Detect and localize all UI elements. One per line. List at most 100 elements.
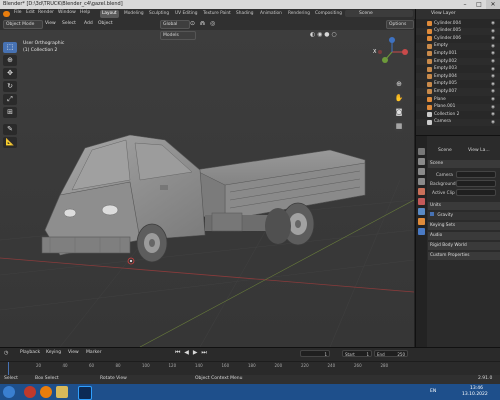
visibility-eye-icon[interactable]: ◉ <box>491 105 495 110</box>
camera-field[interactable] <box>456 171 496 178</box>
gravity-checkbox[interactable] <box>430 212 434 216</box>
playback-controls[interactable]: ⏮ ◀ ▶ ⏭ <box>175 350 208 356</box>
tab-animation[interactable]: Animation <box>258 10 284 18</box>
annotate-icon[interactable]: ✎ <box>3 124 17 135</box>
scene-selector[interactable]: Scene <box>345 10 413 17</box>
active-clip-field[interactable] <box>456 189 496 196</box>
file-explorer-icon[interactable] <box>56 386 68 398</box>
outliner-row[interactable]: Empty.001 ◉ <box>416 50 500 57</box>
rigid-body-panel-header[interactable]: Rigid Body World <box>428 242 500 250</box>
visibility-eye-icon[interactable]: ◉ <box>491 59 495 64</box>
select-box-icon[interactable]: ⬚ <box>3 42 17 53</box>
move-icon[interactable]: ✥ <box>3 68 17 79</box>
timeline-editor-icon[interactable]: ◷ <box>4 351 8 356</box>
close-button[interactable]: ✕ <box>486 0 500 9</box>
collection-tab-icon[interactable] <box>418 208 425 215</box>
custom-properties-panel-header[interactable]: Custom Properties <box>428 252 500 260</box>
measure-icon[interactable]: 📐 <box>3 137 17 148</box>
tab-sculpting[interactable]: Sculpting <box>147 10 171 18</box>
viewport-canvas[interactable] <box>0 30 414 347</box>
scene-tab-icon[interactable] <box>418 188 425 195</box>
visibility-eye-icon[interactable]: ◉ <box>491 112 495 117</box>
outliner-row[interactable]: Empty.007 ◉ <box>416 88 500 96</box>
viewport-shading-icons[interactable]: ◐ ◉ ● ○ <box>310 32 337 38</box>
visibility-eye-icon[interactable]: ◉ <box>491 44 495 49</box>
tab-texture-paint[interactable]: Texture Paint <box>201 10 233 18</box>
keying-sets-panel-header[interactable]: Keying Sets <box>428 222 500 230</box>
outliner-row[interactable]: Collection 2 ◉ <box>416 111 500 118</box>
tab-shading[interactable]: Shading <box>234 10 255 18</box>
menu-add[interactable]: Add <box>84 21 93 27</box>
view-layer-tab-icon[interactable] <box>418 178 425 185</box>
photoshop-icon[interactable] <box>78 386 92 400</box>
visibility-eye-icon[interactable]: ◉ <box>491 21 495 26</box>
outliner-row[interactable]: Empty.004 ◉ <box>416 73 500 81</box>
visibility-eye-icon[interactable]: ◉ <box>491 120 495 125</box>
menu-help[interactable]: Help <box>80 10 90 16</box>
outliner-row[interactable]: Empty ◉ <box>416 42 500 51</box>
outliner-row[interactable]: Plane ◉ <box>416 96 500 103</box>
tab-modeling[interactable]: Modeling <box>122 10 146 18</box>
mode-dropdown[interactable]: Object Mode <box>3 20 43 29</box>
outliner-row[interactable]: Cylinder.006 ◉ <box>416 35 500 42</box>
camera-view-icon[interactable]: ◙ <box>393 106 405 118</box>
menu-render[interactable]: Render <box>38 10 54 16</box>
tab-layout[interactable]: Layout <box>100 10 119 18</box>
start-frame-field[interactable]: Start 1 <box>342 350 372 357</box>
outliner-row[interactable]: Cylinder.004 ◉ <box>416 20 500 27</box>
minimize-button[interactable]: – <box>458 0 472 9</box>
transform-icon[interactable]: ⊞ <box>3 107 17 118</box>
proportional-edit-icon[interactable]: ◎ <box>210 21 215 27</box>
zoom-icon[interactable]: ⊕ <box>393 78 405 90</box>
outliner-row[interactable]: Empty.003 ◉ <box>416 66 500 73</box>
outliner-row[interactable]: Cylinder.005 ◉ <box>416 27 500 35</box>
scale-icon[interactable]: ⤢ <box>3 94 17 105</box>
menu-select[interactable]: Select <box>62 21 76 27</box>
visibility-eye-icon[interactable]: ◉ <box>491 36 495 41</box>
models-dropdown[interactable]: Models <box>160 31 196 40</box>
background-field[interactable] <box>456 180 496 187</box>
outliner-row[interactable]: Empty.002 ◉ <box>416 58 500 66</box>
language-indicator[interactable]: EN <box>430 389 436 395</box>
scene-panel-header[interactable]: Scene <box>428 160 500 168</box>
output-tab-icon[interactable] <box>418 168 425 175</box>
tab-compositing[interactable]: Compositing <box>313 10 344 18</box>
outliner-row[interactable]: Plane.001 ◉ <box>416 103 500 111</box>
options-dropdown[interactable]: Options <box>386 20 414 29</box>
3d-viewport[interactable]: User Orthographic (1) Collection 2 X ⊕ ✋… <box>0 30 414 347</box>
visibility-eye-icon[interactable]: ◉ <box>491 51 495 56</box>
blender-logo-icon[interactable] <box>3 11 10 17</box>
menu-object[interactable]: Object <box>98 21 113 27</box>
visibility-eye-icon[interactable]: ◉ <box>491 67 495 72</box>
playhead[interactable] <box>8 362 9 375</box>
transform-orientation-dropdown[interactable]: Global <box>160 20 190 29</box>
outliner-row[interactable]: Empty.005 ◉ <box>416 81 500 88</box>
menu-playback[interactable]: Playback <box>20 350 40 356</box>
world-tab-icon[interactable] <box>418 198 425 205</box>
end-frame-field[interactable]: End 250 <box>374 350 408 357</box>
visibility-eye-icon[interactable]: ◉ <box>491 29 495 34</box>
snap-magnet-icon[interactable]: ⋒ <box>200 21 205 27</box>
render-tab-icon[interactable] <box>418 158 425 165</box>
menu-marker[interactable]: Marker <box>86 350 102 356</box>
cursor-icon[interactable]: ⊕ <box>3 55 17 66</box>
outliner-row[interactable]: Camera ◉ <box>416 118 500 127</box>
rotate-icon[interactable]: ↻ <box>3 81 17 92</box>
menu-view[interactable]: View <box>45 21 56 27</box>
object-tab-icon[interactable] <box>418 218 425 225</box>
pan-hand-icon[interactable]: ✋ <box>393 92 405 104</box>
audio-panel-header[interactable]: Audio <box>428 232 500 240</box>
visibility-eye-icon[interactable]: ◉ <box>491 74 495 79</box>
tab-rendering[interactable]: Rendering <box>286 10 312 18</box>
tab-uv-editing[interactable]: UV Editing <box>173 10 199 18</box>
menu-window[interactable]: Window <box>58 10 76 16</box>
pivot-icon[interactable]: ⊙ <box>190 21 195 27</box>
visibility-eye-icon[interactable]: ◉ <box>491 82 495 87</box>
blender-taskbar-icon[interactable] <box>40 386 52 398</box>
gravity-panel-header[interactable]: Gravity <box>428 212 500 220</box>
units-panel-header[interactable]: Units <box>428 202 500 210</box>
menu-view-timeline[interactable]: View <box>68 350 79 356</box>
tool-tab-icon[interactable] <box>418 148 425 155</box>
start-menu-icon[interactable] <box>3 386 15 398</box>
menu-keying[interactable]: Keying <box>46 350 61 356</box>
